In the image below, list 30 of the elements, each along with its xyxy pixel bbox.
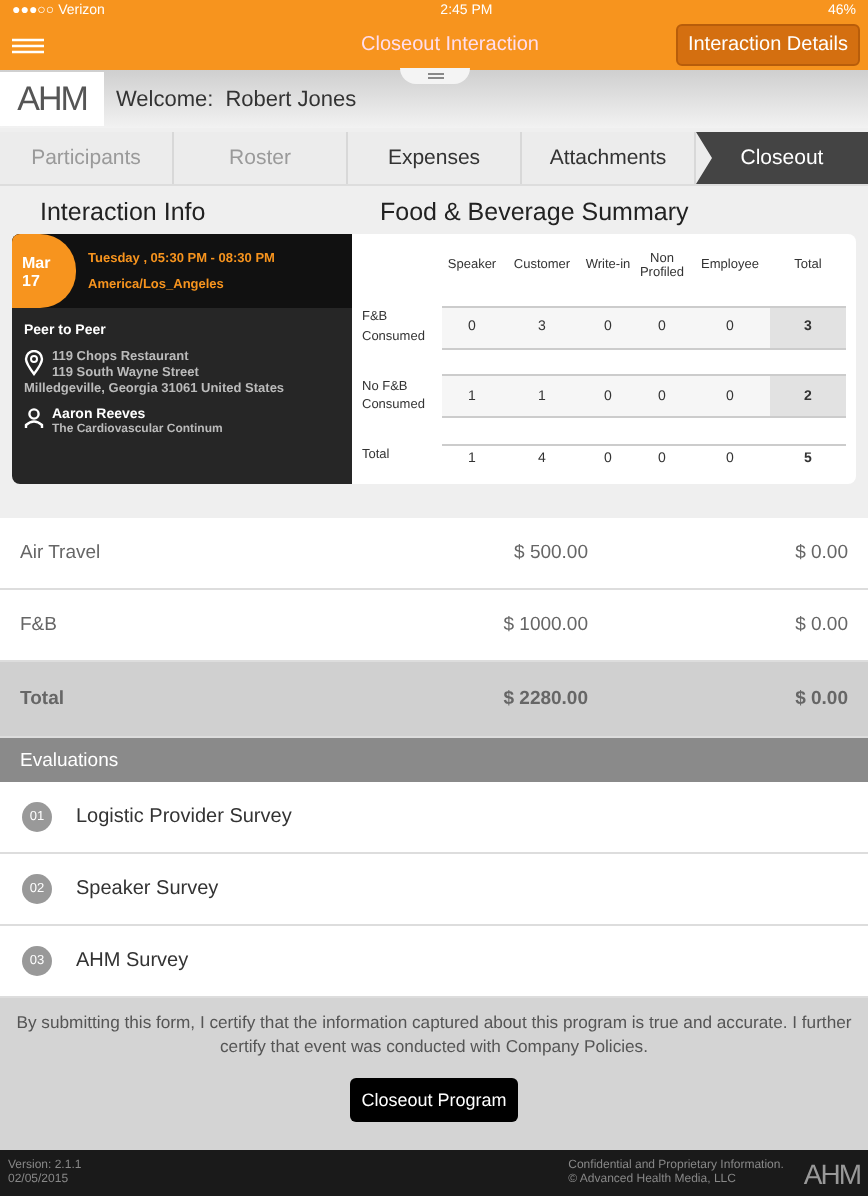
survey-label: Speaker Survey [76,878,219,900]
expense-amount: $ 0.00 [793,614,848,636]
person-icon [24,408,44,428]
date-badge: Mar 17 [12,234,76,308]
step-tab[interactable]: Attachments [522,132,696,184]
certification-text: By submitting this form, I certify that the information captured about this program is true and accurate. I further certify that event was conducted with Company Policies. [16,1010,852,1059]
section-title: Food & Beverage Summary [380,198,691,226]
expense-name: F&B [20,614,59,636]
expense-amount: $ 0.00 [793,542,848,564]
header-title: Closeout Interaction [359,34,541,56]
user-name: Robert Jones [225,87,357,111]
expense-amount: $ 1000.00 [501,614,588,636]
step-tab[interactable]: Expenses [348,132,522,184]
welcome-label: Welcome: [116,87,214,111]
expense-amount: $ 500.00 [512,542,588,564]
evaluations-header: Evaluations [0,738,868,782]
total-amount: $ 2280.00 [501,688,588,710]
total-amount: $ 0.00 [793,688,848,710]
pull-handle[interactable] [400,68,470,84]
step-tab[interactable]: Closeout [696,132,868,184]
menu-icon[interactable] [12,37,44,53]
survey-label: Logistic Provider Survey [76,806,292,828]
survey-label: AHM Survey [76,950,189,972]
expense-name: Air Travel [20,542,103,564]
section-title: Interaction Info [40,198,208,226]
footer-logo: AHM [803,1157,860,1189]
location-pin-icon [24,350,44,376]
closeout-program-button[interactable]: Closeout Program [349,1078,519,1123]
total-label: Total [20,688,66,710]
logo: AHM [0,72,104,126]
